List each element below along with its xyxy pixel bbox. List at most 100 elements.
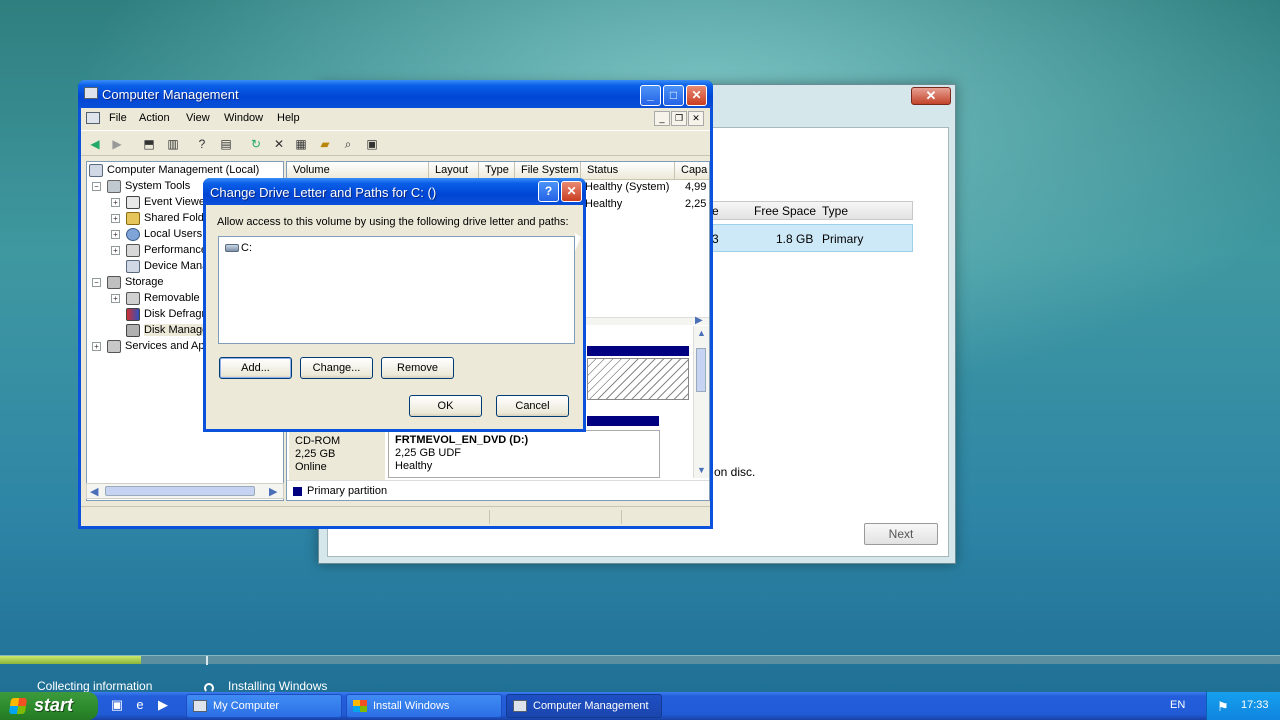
- partition-col-type: Type: [822, 204, 849, 218]
- drive-path-list[interactable]: C:: [218, 236, 575, 344]
- tree-label-removable-storage: Removable S: [144, 292, 211, 304]
- cm-title-bar[interactable]: Computer Management _ □ ✕: [78, 80, 713, 108]
- cdrom-volume-filesystem: 2,25 GB UDF: [395, 447, 462, 459]
- expand-toggle[interactable]: +: [111, 294, 120, 303]
- volume-row-2-status: Healthy: [585, 198, 623, 210]
- expand-toggle[interactable]: +: [111, 246, 120, 255]
- language-indicator[interactable]: EN: [1170, 699, 1185, 711]
- menu-help[interactable]: Help: [277, 112, 300, 124]
- minimize-button[interactable]: _: [640, 85, 661, 106]
- scroll-down-icon[interactable]: ▼: [697, 465, 706, 475]
- legend-primary-partition: Primary partition: [307, 485, 388, 497]
- volume-row-2-capacity: 2,25: [685, 198, 707, 210]
- computer-icon: [89, 164, 103, 177]
- scroll-up-icon[interactable]: ▲: [697, 328, 706, 338]
- tree-label-disk-management: Disk Manage: [144, 324, 209, 336]
- cdrom-volume-status: Healthy: [395, 460, 433, 472]
- expand-toggle[interactable]: +: [111, 214, 120, 223]
- cdrom-volume-block[interactable]: FRTMEVOL_EN_DVD (D:) 2,25 GB UDF Healthy: [388, 430, 660, 478]
- install-progress-fill: [0, 656, 141, 664]
- settings-icon[interactable]: ▣: [364, 136, 380, 152]
- cancel-button[interactable]: Cancel: [496, 395, 569, 417]
- expand-toggle[interactable]: +: [111, 230, 120, 239]
- cdrom-volume-header: [587, 416, 659, 426]
- next-button[interactable]: Next: [864, 523, 938, 545]
- tree-label-device-manager: Device Mana: [144, 260, 209, 272]
- task-install-windows[interactable]: Install Windows: [346, 694, 502, 718]
- menu-file[interactable]: File: [109, 112, 127, 124]
- legend-bar: Primary partition: [287, 480, 709, 500]
- menu-view[interactable]: View: [186, 112, 210, 124]
- collapse-toggle[interactable]: −: [92, 278, 101, 287]
- expand-toggle[interactable]: +: [111, 198, 120, 207]
- partition-type-cell: Primary: [822, 232, 864, 246]
- col-capacity[interactable]: Capa: [675, 162, 709, 180]
- back-arrow-icon[interactable]: ◀: [87, 136, 103, 152]
- help-icon[interactable]: ?: [194, 136, 210, 152]
- open-folder-icon[interactable]: ▰: [317, 136, 333, 152]
- cm-window-title: Computer Management: [102, 87, 239, 102]
- network-icon[interactable]: ⚑: [1217, 699, 1229, 715]
- shared-folder-icon: [126, 212, 140, 225]
- internet-explorer-icon[interactable]: e: [132, 697, 148, 713]
- ok-button[interactable]: OK: [409, 395, 482, 417]
- forward-arrow-icon[interactable]: ▶: [109, 136, 125, 152]
- scroll-left-arrow-icon[interactable]: ◀: [90, 485, 98, 498]
- up-folder-icon[interactable]: ⬒: [141, 136, 157, 152]
- my-computer-icon: [193, 700, 207, 712]
- performance-icon: [126, 244, 140, 257]
- refresh-icon[interactable]: ↻: [248, 136, 264, 152]
- system-tray: ⚑ 17:33: [1206, 692, 1280, 720]
- col-status[interactable]: Status: [581, 162, 675, 180]
- collapse-toggle[interactable]: −: [92, 182, 101, 191]
- delete-icon[interactable]: ✕: [271, 136, 287, 152]
- maximize-button[interactable]: □: [663, 85, 684, 106]
- tools-icon: [107, 180, 121, 193]
- mdi-controls: _ ❐ ✕: [653, 111, 707, 127]
- properties-icon[interactable]: ▤: [218, 136, 234, 152]
- dialog-title-bar[interactable]: Change Drive Letter and Paths for C: () …: [203, 178, 586, 205]
- tree-horizontal-scrollbar[interactable]: ◀ ▶: [86, 483, 284, 499]
- drive-icon: [225, 244, 239, 253]
- menu-action[interactable]: Action: [139, 112, 170, 124]
- change-button[interactable]: Change...: [300, 357, 373, 379]
- partition-col-size: e: [712, 204, 719, 218]
- search-icon[interactable]: ⌕: [340, 136, 356, 152]
- task-label-my-computer: My Computer: [213, 700, 280, 712]
- step-installing-windows: Installing Windows: [228, 679, 328, 693]
- tree-label-disk-defragmenter: Disk Defragn: [144, 308, 208, 320]
- partition-table-header: e Free Space Type: [711, 201, 913, 220]
- disk0-partition-block[interactable]: [587, 358, 689, 400]
- drive-path-item[interactable]: C:: [225, 242, 252, 254]
- partition-row[interactable]: 3 1.8 GB Primary: [711, 224, 913, 252]
- install-close-button[interactable]: ✕: [911, 87, 951, 105]
- scroll-thumb[interactable]: [105, 486, 255, 496]
- remove-button[interactable]: Remove: [381, 357, 454, 379]
- mdi-restore-button[interactable]: ❐: [671, 111, 687, 126]
- show-hide-tree-icon[interactable]: ▥: [165, 136, 181, 152]
- expand-toggle[interactable]: +: [92, 342, 101, 351]
- dialog-close-button[interactable]: ✕: [561, 181, 582, 202]
- menu-window[interactable]: Window: [224, 112, 263, 124]
- show-desktop-icon[interactable]: ▣: [109, 697, 125, 713]
- add-button[interactable]: Add...: [219, 357, 292, 379]
- task-my-computer[interactable]: My Computer: [186, 694, 342, 718]
- disk-scroll-thumb[interactable]: [696, 348, 706, 392]
- app-menu-icon[interactable]: [86, 112, 100, 124]
- tree-label-event-viewer: Event Viewe: [144, 196, 205, 208]
- media-player-icon[interactable]: ▶: [155, 697, 171, 713]
- task-computer-management[interactable]: Computer Management: [506, 694, 662, 718]
- scroll-right-arrow-icon[interactable]: ▶: [269, 485, 277, 498]
- mdi-close-button[interactable]: ✕: [688, 111, 704, 126]
- clock[interactable]: 17:33: [1241, 699, 1269, 711]
- install-note-text: on disc.: [714, 465, 756, 479]
- export-icon[interactable]: ▦: [293, 136, 309, 152]
- task-label-install-windows: Install Windows: [373, 700, 450, 712]
- close-button[interactable]: ✕: [686, 85, 707, 106]
- disk-management-icon: [126, 324, 140, 337]
- dialog-help-button[interactable]: ?: [538, 181, 559, 202]
- tree-label-local-users: Local Users a: [144, 228, 212, 240]
- disk-area-vertical-scrollbar[interactable]: ▲ ▼: [693, 326, 709, 478]
- mdi-minimize-button[interactable]: _: [654, 111, 670, 126]
- start-button[interactable]: start: [0, 692, 98, 720]
